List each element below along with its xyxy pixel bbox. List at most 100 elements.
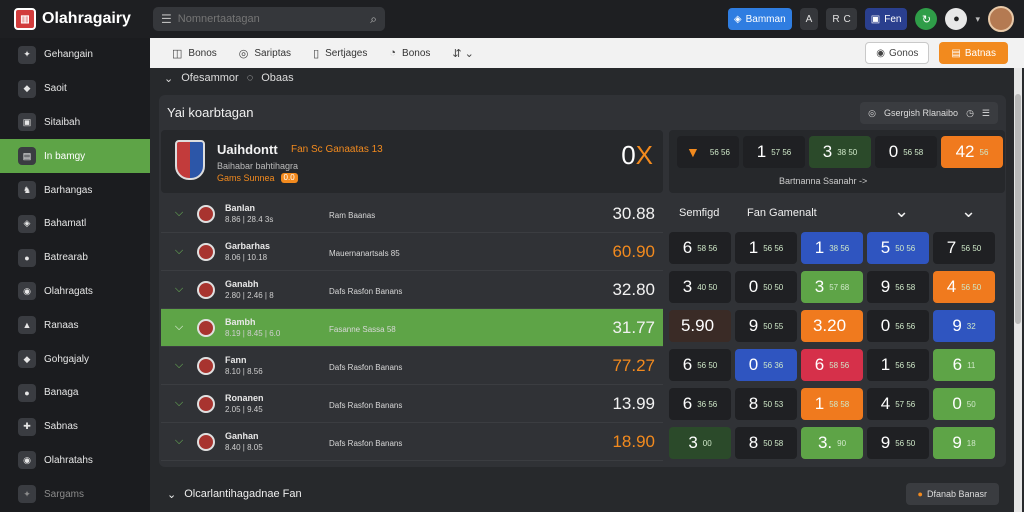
sidebar-item[interactable]: ● Batrearab	[0, 241, 150, 275]
search-icon[interactable]: ⌕	[370, 12, 377, 27]
odds-cell[interactable]: 1 56 56	[735, 232, 797, 264]
odds-cell[interactable]: 6 36 56	[669, 388, 731, 420]
secondary-button[interactable]: ◉ Gonos	[865, 42, 930, 64]
sidebar-item[interactable]: ◈ Bahamatl	[0, 207, 150, 241]
section-header[interactable]: ⌄ Ofesammor ◌ Obaas	[164, 72, 294, 85]
scrollbar-thumb[interactable]	[1015, 94, 1021, 324]
match-row[interactable]: ⌵ Ganhan 8.40 | 8.05 Dafs Rasfon Banans 18.9…	[161, 423, 663, 461]
odds-cell[interactable]: 8 50 58	[735, 427, 797, 459]
sidebar-item[interactable]: ▲ Ranaas	[0, 308, 150, 342]
match-value: 60.90	[612, 242, 655, 261]
odds-cell[interactable]: 0 50 50	[735, 271, 797, 303]
sidebar-item[interactable]: ✚ Sabnas	[0, 410, 150, 444]
expand-icon[interactable]: ⌵	[161, 397, 197, 410]
odds-header-cell[interactable]: 3 38 50	[809, 136, 871, 168]
chevron-down-icon[interactable]: ▾	[975, 14, 980, 25]
top-button-fen[interactable]: ▣ Fen	[864, 8, 908, 30]
sidebar-item[interactable]: ◉ Olahratahs	[0, 444, 150, 478]
odds-chevron-b[interactable]: ⌄	[961, 201, 976, 222]
odds-header-cell[interactable]: 42 56	[941, 136, 1003, 168]
tab-item[interactable]: ⇵ ⌄	[452, 47, 480, 60]
odds-cell[interactable]: 1 58 58	[801, 388, 863, 420]
search-box[interactable]: ☰ ⌕	[153, 7, 385, 31]
sidebar-item[interactable]: ▤ In bamgy	[0, 139, 150, 174]
odds-cell[interactable]: 6 58 56	[669, 232, 731, 264]
tab-item[interactable]: ◔ Bonos	[389, 47, 430, 59]
odds-sub: 11	[967, 360, 976, 370]
odds-chevron-a[interactable]: ⌄	[894, 201, 909, 222]
odds-cell[interactable]: 9 18	[933, 427, 995, 459]
sidebar-item[interactable]: ▣ Sitaibah	[0, 106, 150, 140]
odds-cell[interactable]: 0 56 56	[867, 310, 929, 342]
odds-cell[interactable]: 3 00	[669, 427, 731, 459]
odds-cell[interactable]: 8 50 53	[735, 388, 797, 420]
odds-cell[interactable]: 0 56 36	[735, 349, 797, 381]
clock-icon: ◷	[966, 107, 974, 118]
odds-cell[interactable]: 9 32	[933, 310, 995, 342]
odds-cell[interactable]: 4 57 56	[867, 388, 929, 420]
odds-cell[interactable]: 6 56 50	[669, 349, 731, 381]
scrollbar[interactable]	[1014, 68, 1022, 512]
match-row[interactable]: ⌵ Bambh 8.19 | 8.45 | 6.0 Fasanne Sassa 58 3…	[161, 309, 663, 347]
tab-item[interactable]: ◎ Sariptas	[239, 47, 291, 60]
tab-icon: ◔	[389, 47, 397, 59]
tab-icon: ◫	[172, 47, 183, 60]
sidebar-item[interactable]: ◆ Saoit	[0, 72, 150, 106]
top-button-primary[interactable]: ◈ Bamman	[727, 8, 792, 30]
refresh-icon[interactable]: ↻	[915, 8, 938, 30]
collapsed-section[interactable]: ⌄ Olcarlantihagadnae Fan ● Dfanab Banasr	[159, 476, 1015, 512]
featured-match[interactable]: Uaihdontt Fan Sc Ganaatas 13 Baihabar ba…	[161, 130, 663, 193]
collapsed-section-pill[interactable]: ● Dfanab Banasr	[905, 483, 999, 505]
odds-sub: 50 50	[763, 282, 784, 292]
expand-icon[interactable]: ⌵	[161, 435, 197, 448]
expand-icon[interactable]: ⌵	[161, 245, 197, 258]
odds-cell[interactable]: 3 40 50	[669, 271, 731, 303]
odds-value: 8	[748, 394, 759, 413]
top-button-a[interactable]: A	[799, 8, 819, 30]
odds-cell[interactable]: 5.90	[669, 310, 731, 342]
odds-cell[interactable]: 4 56 50	[933, 271, 995, 303]
tab-item[interactable]: ▯ Sertjages	[313, 47, 367, 60]
odds-cell[interactable]: 6 11	[933, 349, 995, 381]
sidebar-item[interactable]: ◉ Olahragats	[0, 275, 150, 309]
odds-cell[interactable]: 9 56 58	[867, 271, 929, 303]
odds-cell[interactable]: 1 38 56	[801, 232, 863, 264]
match-extra: Dafs Rasfon Banans	[329, 363, 403, 372]
odds-cell[interactable]: 7 56 50	[933, 232, 995, 264]
app-logo[interactable]: ▥ Olahragairy	[0, 8, 150, 30]
top-button-r[interactable]: R C	[826, 8, 857, 30]
avatar[interactable]	[988, 6, 1014, 32]
odds-cell[interactable]: 9 56 50	[867, 427, 929, 459]
sidebar-item[interactable]: ✦ Gehangain	[0, 38, 150, 72]
odds-header-cell[interactable]: 0 56 58	[875, 136, 937, 168]
odds-header-cell[interactable]: 1 57 56	[743, 136, 805, 168]
odds-cell[interactable]: 0 50	[933, 388, 995, 420]
sidebar-item[interactable]: ✦ Sargams	[0, 477, 150, 511]
match-row[interactable]: ⌵ Ganabh 2.80 | 2.46 | 8 Dafs Rasfon Banans…	[161, 271, 663, 309]
avatar-icon: ●	[917, 489, 923, 499]
odds-header-cell[interactable]: ▼ 56 56	[677, 136, 739, 168]
search-input[interactable]	[177, 13, 371, 25]
tab-item[interactable]: ◫ Bonos	[172, 47, 217, 60]
odds-cell[interactable]: 3.20	[801, 310, 863, 342]
odds-cell[interactable]: 3. 90	[801, 427, 863, 459]
odds-cell[interactable]: 9 50 55	[735, 310, 797, 342]
notification-icon[interactable]: ●	[945, 8, 968, 30]
odds-cell[interactable]: 1 56 56	[867, 349, 929, 381]
match-row[interactable]: ⌵ Fann 8.10 | 8.56 Dafs Rasfon Banans 77.27	[161, 347, 663, 385]
match-row[interactable]: ⌵ Banlan 8.86 | 28.4 3s Ram Baanas 30.88	[161, 195, 663, 233]
odds-cell[interactable]: 3 57 68	[801, 271, 863, 303]
odds-cell[interactable]: 5 50 56	[867, 232, 929, 264]
expand-icon[interactable]: ⌵	[161, 207, 197, 220]
expand-icon[interactable]: ⌵	[161, 283, 197, 296]
primary-button[interactable]: ▤ Batnas	[939, 42, 1008, 64]
sidebar-item[interactable]: ♞ Barhangas	[0, 173, 150, 207]
expand-icon[interactable]: ⌵	[161, 359, 197, 372]
expand-icon[interactable]: ⌵	[161, 321, 197, 334]
match-row[interactable]: ⌵ Garbarhas 8.06 | 10.18 Mauernanartsals 85…	[161, 233, 663, 271]
sidebar-item[interactable]: ◆ Gohgajaly	[0, 342, 150, 376]
match-row[interactable]: ⌵ Ronanen 2.05 | 9.45 Dafs Rasfon Banans 13.…	[161, 385, 663, 423]
panel-tools[interactable]: ◎ Gsergish Rlanaibo ◷ ☰	[860, 102, 998, 124]
odds-cell[interactable]: 6 58 56	[801, 349, 863, 381]
sidebar-item[interactable]: ● Banaga	[0, 376, 150, 410]
